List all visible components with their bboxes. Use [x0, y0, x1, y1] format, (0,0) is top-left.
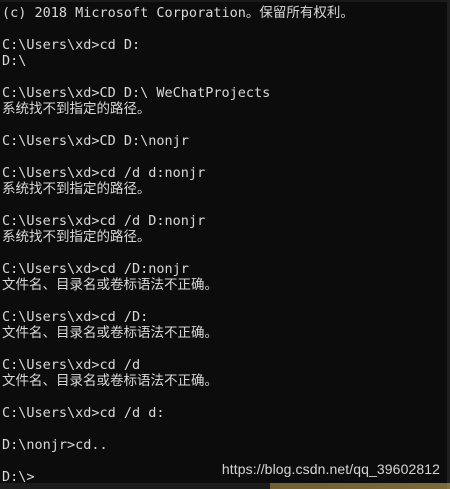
console-line: C:\Users\xd>CD D:\ WeChatProjects	[2, 85, 271, 101]
console-line: 系统找不到指定的路径。	[2, 229, 151, 245]
terminal-window[interactable]: (c) 2018 Microsoft Corporation。保留所有权利。 C…	[0, 0, 450, 489]
console-line: D:\nonjr>cd..	[2, 437, 108, 453]
console-line: C:\Users\xd>cd /D:	[2, 309, 149, 325]
console-line: C:\Users\xd>cd /D:nonjr	[2, 261, 189, 277]
console-line: C:\Users\xd>cd /d d:	[2, 405, 165, 421]
console-line: C:\Users\xd>cd /d D:nonjr	[2, 213, 206, 229]
console-line: C:\Users\xd>cd D:	[2, 37, 141, 53]
console-line: 系统找不到指定的路径。	[2, 181, 151, 197]
console-line: 文件名、目录名或卷标语法不正确。	[2, 277, 218, 293]
bottom-edge	[0, 483, 450, 489]
console-line: 文件名、目录名或卷标语法不正确。	[2, 325, 218, 341]
console-line: 文件名、目录名或卷标语法不正确。	[2, 373, 218, 389]
console-line: C:\Users\xd>cd /d d:nonjr	[2, 165, 206, 181]
watermark-text: https://blog.csdn.net/qq_39602812	[221, 461, 440, 477]
console-line: (c) 2018 Microsoft Corporation。保留所有权利。	[2, 5, 354, 21]
console-line: D:\	[2, 53, 27, 69]
console-line: C:\Users\xd>CD D:\nonjr	[2, 133, 189, 149]
console-line: 系统找不到指定的路径。	[2, 101, 151, 117]
window-top-edge	[0, 0, 450, 2]
console-line: C:\Users\xd>cd /d	[2, 357, 141, 373]
